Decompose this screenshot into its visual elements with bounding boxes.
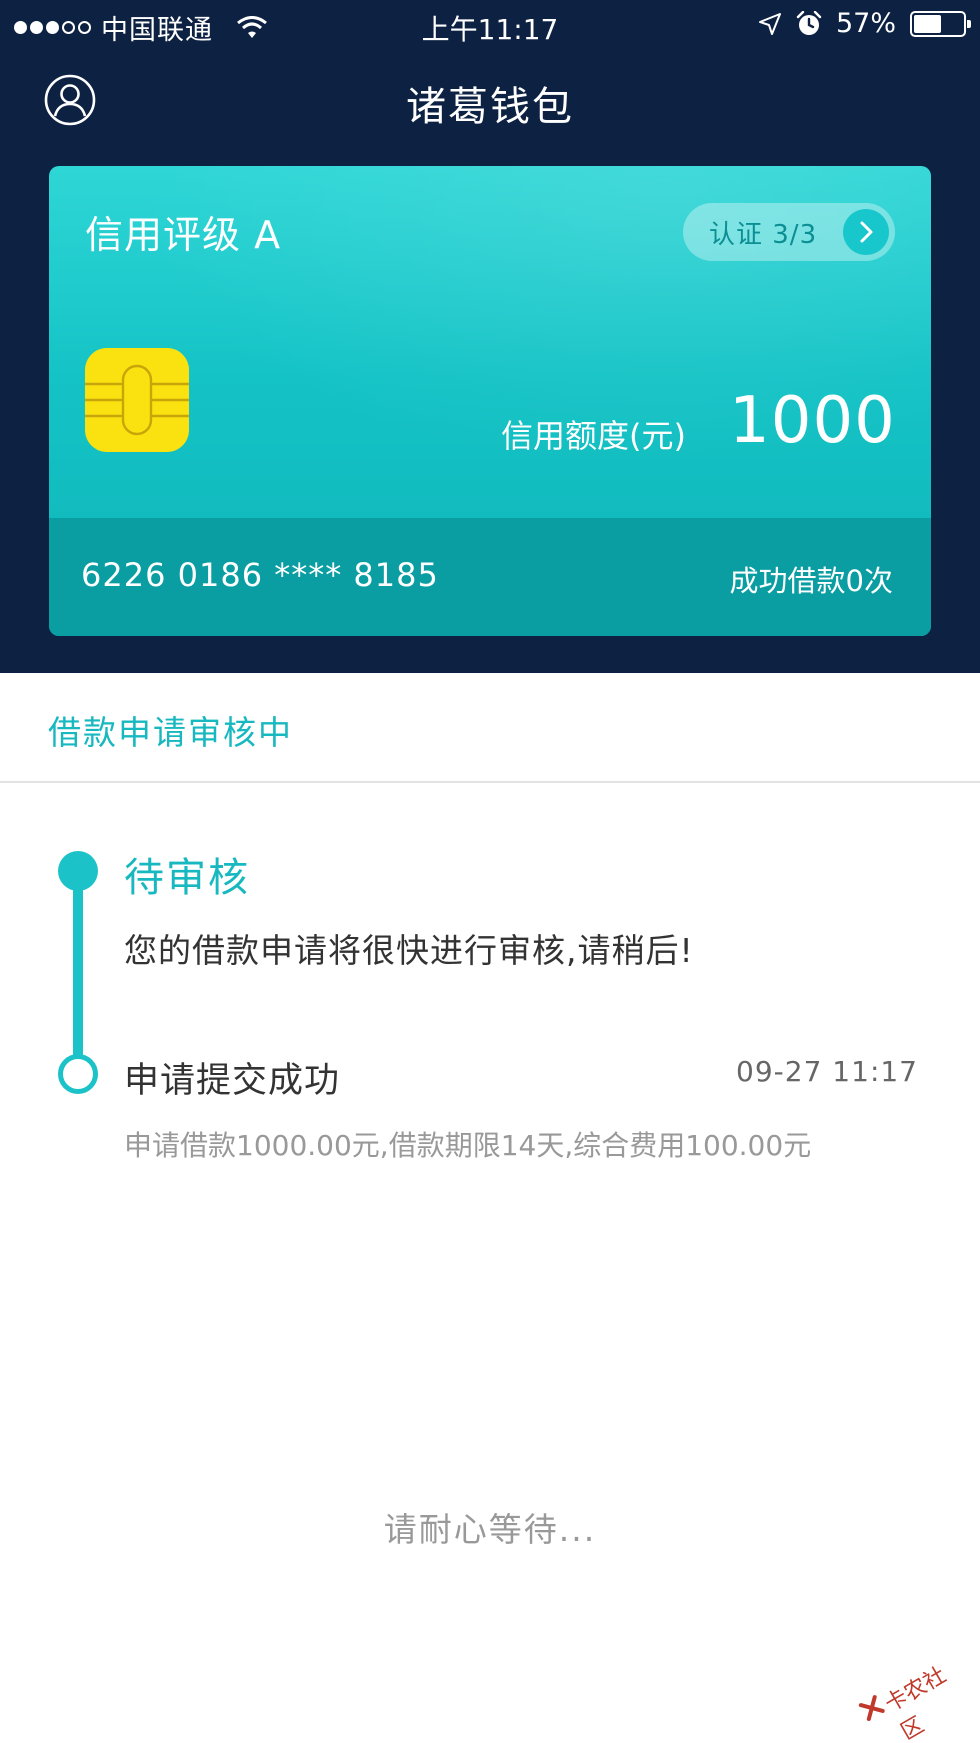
status-bar: 中国联通 上午11:17 57%: [0, 0, 980, 50]
verify-label: 认证 3/3: [709, 219, 818, 250]
alarm-icon: [796, 10, 822, 35]
credit-card[interactable]: 信用评级 A 认证 3/3 信用额度(元) 1000 6226 0186 ***…: [49, 166, 931, 636]
wait-message: 请耐心等待...: [383, 1510, 597, 1549]
timeline-step-description: 申请借款1000.00元,借款期限14天,综合费用100.00元: [124, 1129, 812, 1162]
page-title: 诸葛钱包: [406, 84, 574, 130]
watermark-text: 卡农社区: [880, 1662, 951, 1743]
chevron-right-icon: [843, 209, 889, 255]
divider: [0, 781, 980, 783]
loan-count: 成功借款0次: [729, 564, 893, 598]
card-footer: 6226 0186 **** 8185 成功借款0次: [49, 518, 931, 636]
timeline-step-title: 待审核: [124, 855, 250, 901]
card-chip-icon: [85, 348, 189, 452]
credit-limit-label: 信用额度(元): [501, 417, 686, 455]
application-status-title: 借款申请审核中: [48, 713, 293, 752]
timeline-step-description: 您的借款申请将很快进行审核,请稍后!: [124, 931, 694, 970]
credit-limit-value: 1000: [729, 384, 896, 458]
timeline-line: [73, 866, 83, 1074]
status-right: 57%: [758, 8, 971, 39]
timeline-dot-active: [58, 851, 98, 891]
timeline-step-time: 09-27 11:17: [736, 1055, 918, 1088]
watermark: 卡农社区: [848, 1637, 973, 1743]
credit-rating: 信用评级 A: [85, 213, 282, 257]
verify-button[interactable]: 认证 3/3: [683, 203, 895, 261]
card-number: 6226 0186 **** 8185: [81, 556, 439, 594]
location-icon: [758, 12, 781, 35]
nav-bar: 诸葛钱包: [0, 50, 980, 150]
timeline-step-title: 申请提交成功: [124, 1061, 341, 1101]
battery-percent: 57%: [835, 8, 896, 39]
battery-icon: [910, 10, 971, 37]
battery-fill: [914, 14, 942, 33]
timeline-dot-done: [58, 1054, 98, 1094]
